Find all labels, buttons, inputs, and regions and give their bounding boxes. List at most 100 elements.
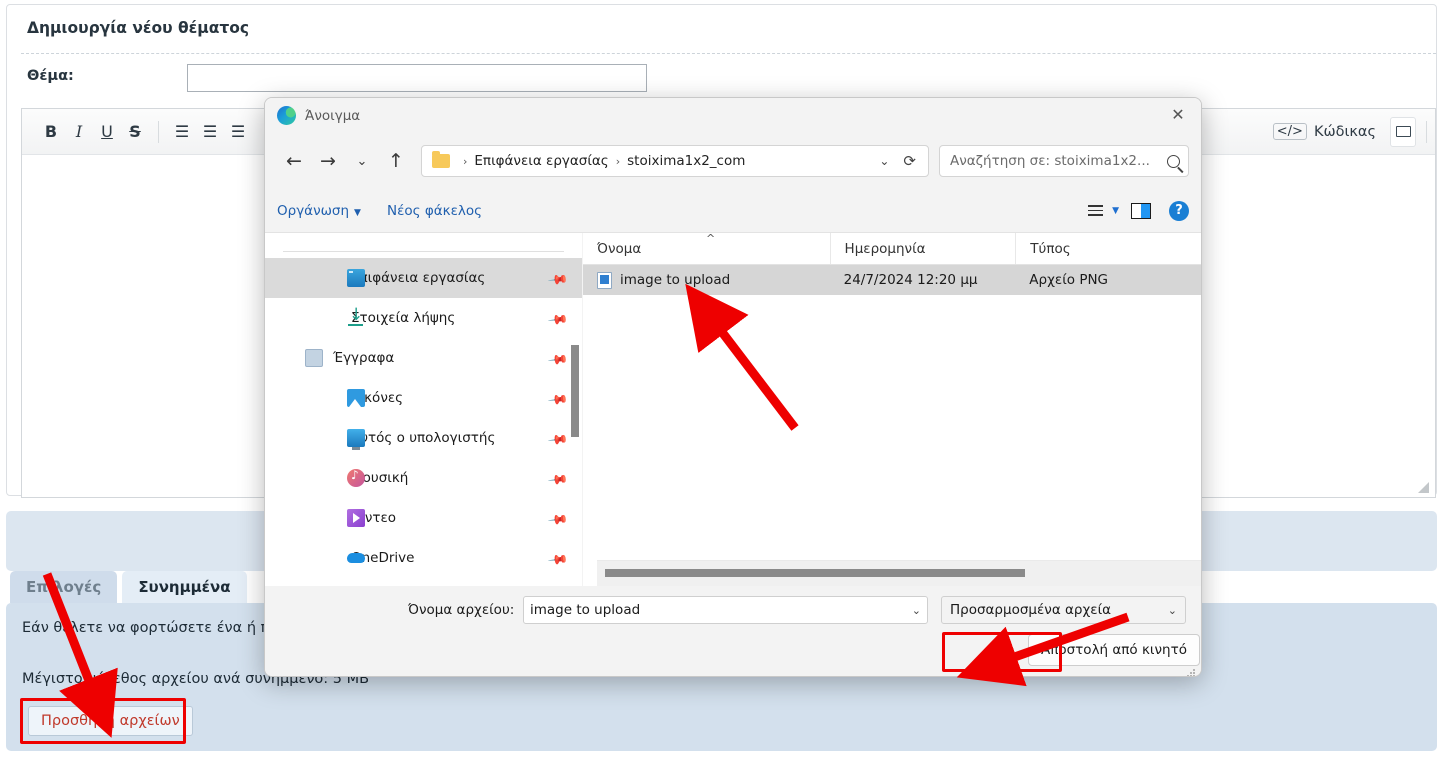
arrow-up-icon[interactable]: ↑ (379, 144, 413, 178)
fullscreen-button[interactable] (1390, 116, 1416, 147)
column-header-name[interactable]: Όνομα ^ (583, 232, 830, 264)
refresh-icon[interactable]: ⟳ (897, 152, 922, 170)
documents-icon (305, 349, 323, 367)
pin-icon[interactable]: 📌 (547, 469, 569, 491)
music-icon (347, 468, 365, 487)
sidebar-item-documents[interactable]: Έγγραφα 📌 (265, 338, 582, 378)
monitor-icon (1395, 126, 1411, 137)
add-files-highlight (20, 698, 186, 744)
column-header-type[interactable]: Τύπος (1015, 233, 1201, 264)
file-row[interactable]: image to upload 24/7/2024 12:20 μμ Αρχεί… (583, 265, 1201, 295)
breadcrumb-sep-0: › (463, 154, 468, 168)
toolbar-separator (158, 120, 159, 143)
arrow-right-icon[interactable]: → (311, 144, 345, 178)
chevron-down-icon-view[interactable]: ▼ (1112, 206, 1119, 216)
organize-menu[interactable]: Οργάνωση ▼ (277, 203, 361, 219)
sidebar-item-desktop[interactable]: Επιφάνεια εργασίας 📌 (265, 258, 582, 298)
sort-ascending-icon: ^ (706, 232, 716, 245)
file-type-cell: Αρχείο PNG (1029, 272, 1109, 288)
sidebar-item-this-pc[interactable]: Αυτός ο υπολογιστής 📌 (265, 418, 582, 458)
sidebar-item-video[interactable]: Βίντεο 📌 (265, 498, 582, 538)
sidebar-scrollbar-thumb[interactable] (571, 345, 579, 437)
tab-attachments[interactable]: Συνημμένα (122, 571, 247, 603)
new-folder-button[interactable]: Νέος φάκελος (387, 203, 482, 219)
attachment-tabs: Επιλογές Συνημμένα (10, 571, 247, 603)
italic-button[interactable]: I (66, 117, 92, 147)
sidebar-item-onedrive[interactable]: OneDrive 📌 (265, 538, 582, 578)
pin-icon[interactable]: 📌 (547, 509, 569, 531)
subject-input[interactable] (187, 64, 647, 92)
help-icon[interactable]: ? (1169, 200, 1189, 221)
close-icon[interactable]: ✕ (1155, 98, 1201, 131)
breadcrumb-item-desktop[interactable]: Επιφάνεια εργασίας (474, 153, 608, 169)
chevron-down-icon-organize: ▼ (354, 207, 361, 218)
align-right-button[interactable]: ☰ (225, 117, 251, 147)
filename-combobox[interactable]: image to upload ⌄ (523, 596, 928, 624)
file-list: Όνομα ^ Ημερομηνία Τύπος image to upload… (583, 232, 1201, 586)
dialog-titlebar[interactable]: Άνοιγμα (265, 98, 1201, 133)
column-header-date[interactable]: Ημερομηνία (829, 233, 1016, 264)
bold-button[interactable]: B (38, 117, 64, 147)
pin-icon[interactable]: 📌 (547, 269, 569, 291)
title-divider (21, 53, 1436, 54)
align-center-button[interactable]: ☰ (197, 117, 223, 147)
chevron-down-icon-recent[interactable]: ⌄ (345, 144, 379, 178)
strikethrough-button[interactable]: S (122, 117, 148, 147)
breadcrumb-item-folder[interactable]: stoixima1x2_com (627, 153, 745, 169)
filetype-combobox[interactable]: Προσαρμοσμένα αρχεία ⌄ (941, 596, 1186, 624)
this-pc-icon (347, 429, 365, 450)
arrow-left-icon[interactable]: ← (277, 144, 311, 178)
sidebar-item-label: Στοιχεία λήψης (351, 310, 456, 326)
desktop-icon (347, 269, 365, 287)
open-button-highlight (942, 632, 1062, 672)
dialog-resize-grip[interactable] (1187, 663, 1196, 676)
code-button[interactable]: </> Κώδικας (1272, 123, 1376, 140)
file-list-hscrollbar[interactable] (597, 560, 1201, 586)
chevron-down-icon-filetype[interactable]: ⌄ (1168, 604, 1177, 617)
file-list-header: Όνομα ^ Ημερομηνία Τύπος (583, 232, 1201, 265)
dialog-title: Άνοιγμα (305, 107, 361, 124)
organize-label: Οργάνωση (277, 202, 350, 219)
edge-logo-icon (277, 106, 296, 125)
sidebar-item-pictures[interactable]: Εικόνες 📌 (265, 378, 582, 418)
underline-button[interactable]: U (94, 117, 120, 147)
tab-options[interactable]: Επιλογές (10, 571, 118, 603)
filename-label: Όνομα αρχείου: (408, 602, 515, 618)
search-input[interactable] (948, 152, 1167, 170)
filetype-value: Προσαρμοσμένα αρχεία (950, 602, 1112, 618)
downloads-icon (347, 305, 365, 327)
breadcrumb-sep-1: › (615, 154, 621, 168)
file-list-hscrollbar-thumb[interactable] (605, 569, 1025, 577)
sidebar-item-label: Επιφάνεια εργασίας (351, 270, 486, 286)
video-icon (347, 509, 365, 527)
dialog-navigation-bar: ← → ⌄ ↑ › Επιφάνεια εργασίας › stoixima1… (265, 133, 1201, 189)
folder-icon (432, 151, 450, 168)
dialog-command-bar: Οργάνωση ▼ Νέος φάκελος ▼ ? (265, 189, 1201, 233)
column-header-name-label: Όνομα (597, 240, 642, 257)
sidebar-item-music[interactable]: Μουσική 📌 (265, 458, 582, 498)
code-icon: </> (1272, 123, 1307, 140)
preview-pane-icon[interactable] (1131, 202, 1151, 219)
align-left-button[interactable]: ☰ (169, 117, 195, 147)
pin-icon[interactable]: 📌 (547, 549, 569, 571)
file-open-dialog: Άνοιγμα ✕ ← → ⌄ ↑ › Επιφάνεια εργασίας ›… (264, 97, 1202, 677)
pin-icon[interactable]: 📌 (547, 389, 569, 411)
code-button-label: Κώδικας (1313, 123, 1376, 140)
onedrive-icon (347, 549, 365, 567)
chevron-down-icon-breadcrumb[interactable]: ⌄ (871, 154, 897, 168)
pin-icon[interactable]: 📌 (547, 349, 569, 371)
file-name-label: image to upload (620, 272, 731, 288)
search-box[interactable] (939, 145, 1189, 177)
dialog-sidebar: Επιφάνεια εργασίας 📌 Στοιχεία λήψης 📌 Έγ… (265, 233, 582, 586)
sidebar-item-label: Αυτός ο υπολογιστής (351, 430, 496, 446)
editor-resize-grip[interactable] (1416, 479, 1430, 493)
list-view-icon[interactable] (1082, 199, 1108, 223)
breadcrumb[interactable]: › Επιφάνεια εργασίας › stoixima1x2_com ⌄… (421, 145, 929, 177)
sidebar-item-label: Έγγραφα (333, 350, 395, 366)
sidebar-item-downloads[interactable]: Στοιχεία λήψης 📌 (265, 298, 582, 338)
pin-icon[interactable]: 📌 (547, 429, 569, 451)
chevron-down-icon-filename[interactable]: ⌄ (912, 604, 921, 617)
pictures-icon (347, 389, 365, 407)
sidebar-divider (283, 251, 564, 252)
pin-icon[interactable]: 📌 (547, 309, 569, 331)
